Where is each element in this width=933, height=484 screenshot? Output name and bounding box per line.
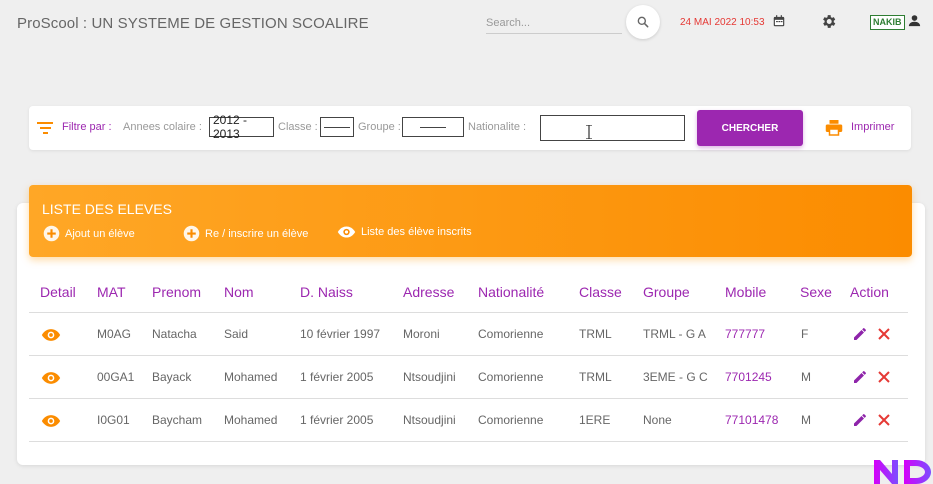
- cell-prenom: Natacha: [152, 327, 197, 341]
- filter-icon: [37, 122, 53, 134]
- list-enrolled-button[interactable]: Liste des élève inscrits: [337, 225, 472, 239]
- edit-icon[interactable]: [852, 326, 868, 342]
- cell-naiss: 10 février 1997: [300, 327, 381, 341]
- row-divider: [29, 312, 908, 313]
- printer-icon[interactable]: [825, 119, 843, 136]
- edit-icon[interactable]: [852, 369, 868, 385]
- top-bar: ProScool : UN SYSTEME DE GESTION SCOALIR…: [0, 0, 933, 48]
- cell-sexe: F: [801, 327, 809, 341]
- cell-prenom: Bayack: [152, 370, 192, 384]
- col-header-nom[interactable]: Nom: [224, 284, 254, 300]
- eye-icon: [337, 226, 356, 238]
- cell-nationalite: Comorienne: [478, 370, 544, 384]
- empty-option: [324, 126, 350, 128]
- logo-watermark: [874, 460, 931, 484]
- empty-option: [420, 126, 446, 128]
- current-datetime: 24 MAI 2022 10:53: [680, 17, 765, 28]
- cell-groupe: None: [643, 413, 672, 427]
- cell-mat: 00GA1: [97, 370, 135, 384]
- add-student-button[interactable]: Ajout un élève: [43, 225, 135, 242]
- cell-classe: TRML: [579, 327, 612, 341]
- cell-nom: Mohamed: [224, 370, 278, 384]
- cell-sexe: M: [801, 370, 811, 384]
- eye-icon[interactable]: [41, 328, 61, 342]
- cell-adresse: Ntsoudjini: [403, 413, 456, 427]
- cell-naiss: 1 février 2005: [300, 413, 374, 427]
- row-divider: [29, 441, 908, 442]
- cell-nationalite: Comorienne: [478, 413, 544, 427]
- col-header-prenom[interactable]: Prenom: [152, 284, 201, 300]
- row-divider: [29, 398, 908, 399]
- cell-mobile: 777777: [725, 327, 766, 341]
- col-header-adresse[interactable]: Adresse: [403, 284, 454, 300]
- reinscribe-student-label: Re / inscrire un élève: [205, 227, 309, 240]
- print-label[interactable]: Imprimer: [851, 121, 894, 133]
- eye-icon[interactable]: [41, 414, 61, 428]
- col-header-mat[interactable]: MAT: [97, 284, 126, 300]
- cell-nationalite: Comorienne: [478, 327, 544, 341]
- cell-groupe: TRML - G A: [643, 327, 706, 341]
- search-input[interactable]: [486, 12, 622, 34]
- cell-mobile: 7701245: [725, 370, 772, 384]
- search-icon: [637, 16, 649, 28]
- text-cursor-icon: [586, 125, 592, 139]
- delete-icon[interactable]: [877, 327, 891, 341]
- nationalite-input[interactable]: [540, 115, 685, 141]
- col-header-classe[interactable]: Classe: [579, 284, 622, 300]
- cell-mat: M0AG: [97, 327, 132, 341]
- gear-icon[interactable]: [820, 13, 837, 30]
- col-header-detail[interactable]: Detail: [40, 284, 76, 300]
- classe-label: Classe :: [278, 121, 318, 133]
- search-button[interactable]: [626, 5, 660, 39]
- filter-bar: Filtre par : Annees colaire : 2012 - 201…: [29, 106, 911, 150]
- cell-nom: Said: [224, 327, 249, 341]
- col-header-naiss[interactable]: D. Naiss: [300, 284, 353, 300]
- groupe-select[interactable]: [402, 117, 464, 137]
- list-header: LISTE DES ELEVES Ajout un élève Re / ins…: [29, 185, 912, 257]
- cell-classe: 1ERE: [579, 413, 611, 427]
- nationalite-label: Nationalite :: [468, 121, 527, 133]
- groupe-label: Groupe :: [358, 121, 401, 133]
- user-name-badge[interactable]: NAKIB: [870, 15, 905, 30]
- list-enrolled-label: Liste des élève inscrits: [361, 226, 472, 238]
- annee-scolaire-select[interactable]: 2012 - 2013: [209, 113, 274, 141]
- list-title: LISTE DES ELEVES: [42, 201, 172, 217]
- cell-mobile: 77101478: [725, 413, 779, 427]
- add-circle-icon: [43, 225, 60, 242]
- cell-naiss: 1 février 2005: [300, 370, 374, 384]
- add-circle-icon: [183, 225, 200, 242]
- col-header-groupe[interactable]: Groupe: [643, 284, 690, 300]
- delete-icon[interactable]: [877, 413, 891, 427]
- eye-icon[interactable]: [41, 371, 61, 385]
- reinscribe-student-button[interactable]: Re / inscrire un élève: [183, 225, 308, 242]
- cell-groupe: 3EME - G C: [643, 370, 708, 384]
- cell-sexe: M: [801, 413, 811, 427]
- col-header-sexe[interactable]: Sexe: [800, 284, 832, 300]
- filter-label: Filtre par :: [62, 121, 112, 133]
- col-header-action: Action: [850, 284, 889, 300]
- app-title: ProScool : UN SYSTEME DE GESTION SCOALIR…: [17, 15, 369, 32]
- col-header-nationalite[interactable]: Nationalité: [478, 284, 544, 300]
- col-header-mobile[interactable]: Mobile: [725, 284, 766, 300]
- row-divider: [29, 355, 908, 356]
- annee-scolaire-label: Annees colaire :: [123, 121, 202, 133]
- add-student-label: Ajout un élève: [65, 227, 135, 240]
- edit-icon[interactable]: [852, 412, 868, 428]
- classe-select[interactable]: [320, 117, 354, 137]
- delete-icon[interactable]: [877, 370, 891, 384]
- cell-prenom: Baycham: [152, 413, 203, 427]
- calendar-icon[interactable]: [772, 14, 786, 28]
- cell-nom: Mohamed: [224, 413, 278, 427]
- cell-mat: I0G01: [97, 413, 130, 427]
- cell-adresse: Ntsoudjini: [403, 370, 456, 384]
- chercher-button[interactable]: CHERCHER: [697, 110, 803, 146]
- person-icon[interactable]: [907, 13, 922, 28]
- cell-adresse: Moroni: [403, 327, 440, 341]
- cell-classe: TRML: [579, 370, 612, 384]
